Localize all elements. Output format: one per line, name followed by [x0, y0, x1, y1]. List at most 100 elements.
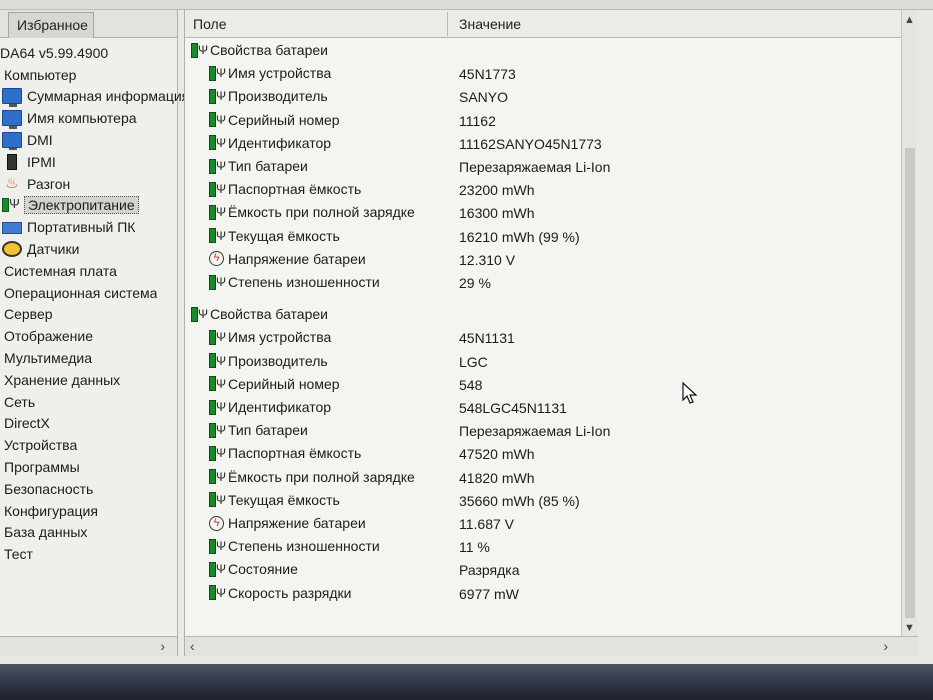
tree-item[interactable]: Отображение: [4, 326, 93, 347]
property-value: 35660 mWh (85 %): [459, 492, 580, 509]
tree-item[interactable]: Датчики: [2, 238, 79, 259]
tree-item[interactable]: Операционная система: [4, 282, 157, 303]
tree-item-label: IPMI: [27, 153, 56, 170]
tree-item[interactable]: Программы: [4, 456, 80, 477]
property-row[interactable]: Ψ Имя устройства 45N1773: [185, 63, 902, 85]
property-field: Ψ Степень изношенности: [209, 274, 380, 290]
tree-root-aida64[interactable]: DA64 v5.99.4900: [0, 42, 108, 63]
plug-icon: Ψ: [216, 562, 227, 577]
tree-item[interactable]: Устройства: [4, 435, 77, 456]
horizontal-scrollbar[interactable]: ‹ ›: [185, 636, 918, 656]
battery-icon: [209, 158, 216, 174]
column-header-field[interactable]: Поле: [193, 16, 227, 32]
property-row[interactable]: Ψ Серийный номер 548: [185, 374, 902, 396]
plug-icon: Ψ: [216, 539, 227, 554]
property-field-label: Производитель: [228, 88, 328, 105]
property-row[interactable]: Ψ Текущая ёмкость 16210 mWh (99 %): [185, 226, 902, 248]
scroll-right-icon[interactable]: ›: [160, 638, 165, 654]
column-header-value[interactable]: Значение: [459, 16, 521, 32]
property-field-label: Имя устройства: [228, 65, 332, 82]
battery-icon: [209, 561, 216, 577]
vertical-scrollbar[interactable]: ▲ ▼: [901, 10, 917, 636]
left-horizontal-scrollbar[interactable]: ›: [0, 636, 177, 656]
tree-item[interactable]: Системная плата: [4, 260, 117, 281]
property-row[interactable]: Ψ Идентификатор 11162SANYO45N1773: [185, 133, 902, 155]
property-row[interactable]: Ψ Тип батареи Перезаряжаемая Li-Ion: [185, 420, 902, 442]
property-row[interactable]: ϟ Напряжение батареи 11.687 V: [185, 513, 902, 535]
battery-icon: [209, 88, 216, 104]
plug-icon: Ψ: [216, 353, 227, 368]
tree-item[interactable]: Сервер: [4, 304, 53, 325]
tree-item-label: Суммарная информация: [27, 88, 190, 105]
property-value: 47520 mWh: [459, 446, 535, 463]
tree-item[interactable]: DMI: [2, 129, 53, 151]
property-field-label: Ёмкость при полной зарядке: [228, 204, 415, 221]
property-field: Ψ Серийный номер: [209, 112, 340, 128]
plug-icon: Ψ: [216, 446, 227, 461]
monitor-icon: [2, 110, 22, 129]
tree-item[interactable]: ♨ Разгон: [2, 173, 70, 194]
battery-icon: [209, 135, 216, 151]
group-header[interactable]: Ψ Свойства батареи: [185, 40, 902, 62]
property-row[interactable]: Ψ Производитель LGC: [185, 351, 902, 373]
monitor-icon: [2, 88, 22, 107]
property-field-label: Тип батареи: [228, 422, 308, 439]
property-row[interactable]: Ψ Степень изношенности 29 %: [185, 272, 902, 294]
column-separator[interactable]: [447, 12, 448, 36]
battery-icon: [209, 469, 216, 485]
property-row[interactable]: Ψ Производитель SANYO: [185, 86, 902, 108]
scroll-left-icon[interactable]: ‹: [190, 638, 195, 654]
plug-icon: Ψ: [216, 400, 227, 414]
tree-item[interactable]: Суммарная информация: [2, 86, 189, 107]
property-row[interactable]: Ψ Ёмкость при полной зарядке 16300 mWh: [185, 202, 902, 224]
tree-item[interactable]: Портативный ПК: [2, 217, 135, 238]
plug-icon: Ψ: [216, 66, 227, 81]
property-field-label: Тип батареи: [228, 158, 308, 174]
tree-item-label: Датчики: [27, 240, 80, 257]
battery-icon: [191, 42, 198, 58]
property-row[interactable]: Ψ Тип батареи Перезаряжаемая Li-Ion: [185, 156, 902, 178]
tree-item[interactable]: Мультимедиа: [4, 347, 92, 368]
property-value: 11.687 V: [459, 516, 515, 532]
property-row[interactable]: Ψ Паспортная ёмкость 23200 mWh: [185, 179, 902, 201]
property-row[interactable]: Ψ Скорость разрядки 6977 mW: [185, 583, 902, 605]
tree-item[interactable]: DirectX: [4, 413, 50, 434]
battery-icon: [209, 422, 216, 438]
scroll-down-icon[interactable]: ▼: [904, 622, 915, 634]
tree-item[interactable]: Имя компьютера: [2, 108, 137, 129]
property-field: Ψ Паспортная ёмкость: [209, 445, 361, 461]
scroll-up-icon[interactable]: ▲: [904, 14, 915, 26]
tree-item[interactable]: Ψ Электропитание: [2, 195, 139, 216]
navigation-panel: Избранное DA64 v5.99.4900 Компьютер Сумма…: [0, 10, 189, 656]
property-field: Ψ Производитель: [209, 88, 328, 104]
property-row[interactable]: Ψ Серийный номер 11162: [185, 110, 902, 132]
property-row[interactable]: Ψ Текущая ёмкость 35660 mWh (85 %): [185, 490, 902, 512]
property-row[interactable]: Ψ Состояние Разрядка: [185, 559, 902, 581]
tree-item[interactable]: IPMI: [2, 151, 56, 172]
property-row[interactable]: Ψ Имя устройства 45N1131: [185, 327, 902, 349]
property-row[interactable]: Ψ Ёмкость при полной зарядке 41820 mWh: [185, 467, 902, 489]
battery-icon: [209, 204, 216, 220]
property-row[interactable]: Ψ Идентификатор 548LGC45N1131: [185, 397, 902, 419]
property-field-label: Скорость разрядки: [228, 584, 352, 601]
property-row[interactable]: ϟ Напряжение батареи 12.310 V: [185, 249, 902, 271]
tree-item-label: Компьютер: [4, 66, 77, 83]
property-row[interactable]: Ψ Паспортная ёмкость 47520 mWh: [185, 443, 902, 465]
property-field: Ψ Тип батареи: [209, 158, 308, 174]
battery-icon: [209, 399, 216, 415]
tree-item[interactable]: Безопасность: [4, 478, 93, 499]
tree-item[interactable]: Конфигурация: [4, 500, 98, 521]
group-header[interactable]: Ψ Свойства батареи: [185, 304, 902, 326]
scrollbar-thumb[interactable]: [905, 148, 915, 618]
tab-favorites[interactable]: Избранное: [8, 12, 94, 38]
tree-item-label: DA64 v5.99.4900: [0, 44, 109, 61]
tree-item[interactable]: Сеть: [4, 391, 35, 412]
property-row[interactable]: Ψ Степень изношенности 11 %: [185, 536, 902, 558]
battery-icon: [209, 585, 216, 601]
property-field-label: Паспортная ёмкость: [228, 445, 362, 462]
tree-item[interactable]: Тест: [4, 544, 33, 565]
tree-item[interactable]: Хранение данных: [4, 369, 120, 390]
scroll-right-icon[interactable]: ›: [883, 638, 888, 654]
tree-item[interactable]: Компьютер: [4, 64, 76, 85]
tree-item[interactable]: База данных: [4, 522, 87, 543]
